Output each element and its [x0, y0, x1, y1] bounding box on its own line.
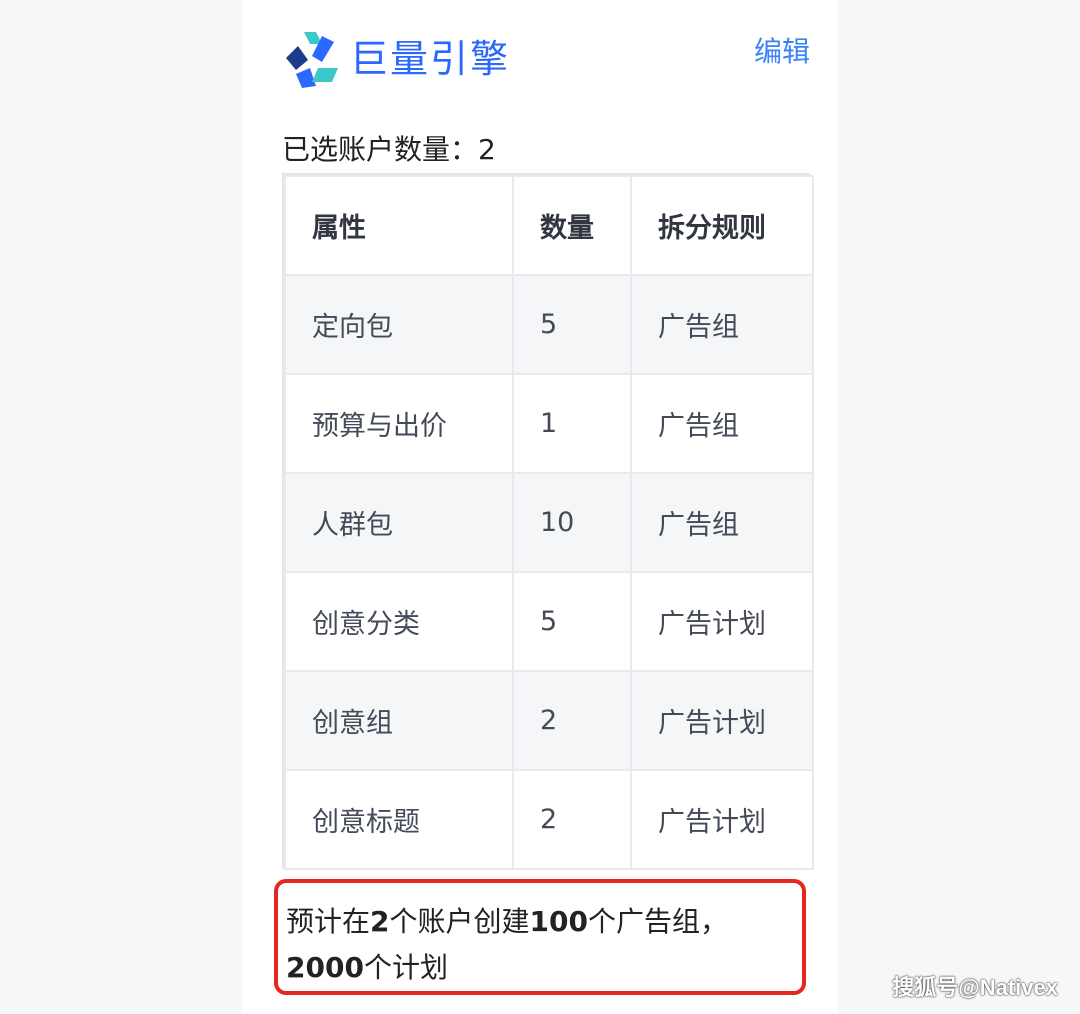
cell-split-rule: 广告计划	[630, 769, 814, 870]
table-row: 创意分类 5 广告计划	[284, 571, 814, 672]
cell-count: 5	[512, 274, 632, 375]
summary-text-3: 个广告组，	[587, 905, 728, 938]
cell-count: 2	[512, 769, 632, 870]
brand-name: 巨量引擎	[350, 37, 511, 81]
cell-split-rule: 广告组	[630, 373, 814, 474]
summary-text-1: 预计在	[286, 905, 371, 938]
summary-text-2: 个账户创建	[389, 905, 530, 938]
table-row: 创意组 2 广告计划	[284, 670, 814, 771]
cell-attribute: 预算与出价	[284, 373, 514, 474]
watermark: 搜狐号@Nativex	[892, 975, 1058, 1000]
split-rule-table: 属性 数量 拆分规则 定向包 5 广告组 预算与出价 1 广告组 人群包 10 …	[282, 173, 814, 870]
cell-attribute: 创意分类	[284, 571, 514, 672]
table-row: 创意标题 2 广告计划	[284, 769, 814, 870]
table-header-row: 属性 数量 拆分规则	[284, 175, 814, 276]
ocean-engine-logo-icon	[286, 32, 338, 88]
cell-count: 5	[512, 571, 632, 672]
cell-attribute: 创意标题	[284, 769, 514, 870]
summary-groups-count: 100	[529, 905, 588, 938]
estimate-summary-box: 预计在2个账户创建100个广告组， 2000个计划	[274, 879, 806, 995]
column-header-split-rule: 拆分规则	[630, 175, 814, 276]
table-row: 定向包 5 广告组	[284, 274, 814, 375]
cell-split-rule: 广告计划	[630, 670, 814, 771]
table-row: 预算与出价 1 广告组	[284, 373, 814, 474]
cell-attribute: 定向包	[284, 274, 514, 375]
header: 巨量引擎 编辑	[282, 26, 810, 92]
edit-link[interactable]: 编辑	[754, 34, 810, 70]
content-panel: 巨量引擎 编辑 已选账户数量： 2 属性 数量 拆分规则 定向包 5 广告组 预…	[242, 0, 838, 1014]
table-row: 人群包 10 广告组	[284, 472, 814, 573]
cell-split-rule: 广告计划	[630, 571, 814, 672]
cell-count: 2	[512, 670, 632, 771]
summary-accounts-count: 2	[370, 905, 390, 938]
summary-text-4: 个计划	[363, 951, 448, 984]
column-header-attribute: 属性	[284, 175, 514, 276]
cell-count: 1	[512, 373, 632, 474]
selected-account-count: 已选账户数量： 2	[282, 132, 496, 168]
cell-attribute: 人群包	[284, 472, 514, 573]
cell-split-rule: 广告组	[630, 472, 814, 573]
cell-split-rule: 广告组	[630, 274, 814, 375]
account-count-label: 已选账户数量：	[282, 133, 479, 166]
cell-attribute: 创意组	[284, 670, 514, 771]
account-count-value: 2	[478, 133, 496, 166]
brand-logo: 巨量引擎	[282, 26, 510, 92]
column-header-count: 数量	[512, 175, 632, 276]
summary-plans-count: 2000	[286, 951, 364, 984]
cell-count: 10	[512, 472, 632, 573]
